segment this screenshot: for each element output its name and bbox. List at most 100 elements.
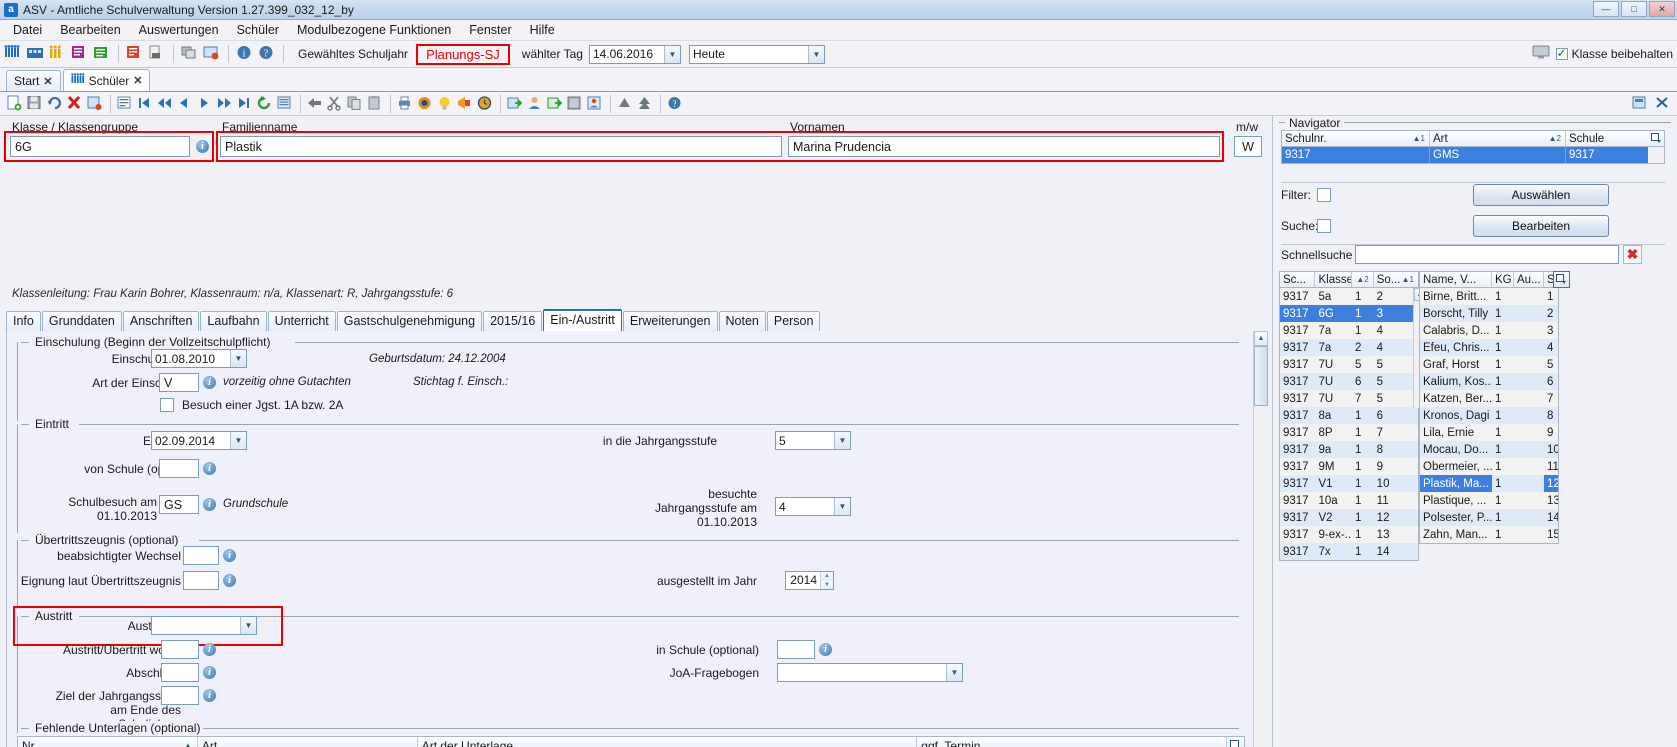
art-einschulung-input[interactable]: V — [159, 373, 199, 392]
back-arrow-icon[interactable] — [306, 95, 325, 113]
clear-search-button[interactable]: ✖ — [1623, 245, 1642, 264]
export-icon[interactable] — [546, 95, 565, 113]
in-schule-input[interactable] — [777, 640, 815, 659]
col-nr[interactable]: Nr. ▲ — [18, 737, 198, 747]
austritt-am-combo[interactable]: ▼ — [151, 616, 257, 635]
spinner-buttons[interactable]: ▲ ▼ — [820, 572, 833, 589]
student-list-item[interactable]: Birne, Britt... 1 1 — [1420, 288, 1558, 305]
student-list-item[interactable]: Efeu, Chris... 1 4 — [1420, 339, 1558, 356]
school-table-config-button[interactable] — [1648, 131, 1664, 146]
student-list-item[interactable]: Borscht, Tilly 1 2 — [1420, 305, 1558, 322]
close-icon[interactable]: ✕ — [43, 75, 52, 88]
schulbesuch-input[interactable]: GS — [159, 495, 199, 514]
eintritt-am-combo[interactable]: 02.09.2014 ▼ — [151, 431, 247, 450]
class-list-item[interactable]: 9317 9-ex-... 1 13 — [1280, 526, 1418, 543]
fast-forward-icon[interactable] — [216, 95, 235, 113]
school-row[interactable]: 9317 GMS 9317 — [1281, 147, 1665, 164]
delete-record-icon[interactable] — [66, 95, 85, 113]
print-icon[interactable] — [396, 95, 415, 113]
tab-unterricht[interactable]: Unterricht — [267, 311, 336, 331]
info-icon[interactable]: i — [235, 44, 255, 65]
mw-input[interactable]: W — [1234, 136, 1262, 157]
tag-date-combo[interactable]: 14.06.2016 ▼ — [588, 44, 681, 64]
tab-erweiterungen[interactable]: Erweiterungen — [622, 311, 718, 331]
vornamen-input[interactable]: Marina Prudencia — [788, 136, 1220, 157]
menu-hilfe[interactable]: Hilfe — [521, 21, 564, 39]
schulbesuch-info-icon[interactable]: i — [203, 498, 216, 511]
class-list-item[interactable]: 9317 7a 1 4 — [1280, 322, 1418, 339]
class-col-so[interactable]: So... ▲1 — [1374, 272, 1418, 287]
schuljahr-value-highlighted[interactable]: Planungs-SJ — [416, 43, 510, 65]
copy-icon[interactable] — [346, 95, 365, 113]
chevron-down-icon-jgst[interactable]: ▼ — [834, 432, 850, 449]
first-record-icon[interactable] — [136, 95, 155, 113]
teacher-list-icon[interactable] — [70, 44, 90, 65]
chevron-down-icon-einschulung[interactable]: ▼ — [230, 350, 246, 367]
chevron-down-icon-2[interactable]: ▼ — [807, 45, 824, 63]
class-col-sc[interactable]: Sc... — [1280, 272, 1316, 287]
von-schule-input[interactable] — [159, 459, 199, 478]
student-col-kg[interactable]: KG — [1492, 272, 1514, 287]
window-close-doc-icon[interactable] — [202, 44, 222, 65]
class-list-item[interactable]: 9317 6G 1 3 — [1280, 305, 1418, 322]
help-icon[interactable]: ? — [257, 44, 277, 65]
class-list-item[interactable]: 9317 7U 7 5 — [1280, 390, 1418, 407]
fast-backward-icon[interactable] — [156, 95, 175, 113]
person-icon[interactable] — [526, 95, 545, 113]
school-col-art[interactable]: Art ▲2 — [1430, 131, 1566, 146]
record-properties-icon[interactable] — [86, 95, 105, 113]
tab-noten[interactable]: Noten — [718, 311, 766, 331]
ziel-input[interactable] — [161, 686, 199, 705]
menu-fenster[interactable]: Fenster — [460, 21, 520, 39]
last-record-icon[interactable] — [236, 95, 255, 113]
tab-anschriften[interactable]: Anschriften — [122, 311, 200, 331]
undo-icon[interactable] — [46, 95, 65, 113]
ziel-info-icon[interactable]: i — [203, 689, 216, 702]
class-list-item[interactable]: 9317 10a 1 11 — [1280, 492, 1418, 509]
restore-panel-icon[interactable] — [1631, 95, 1650, 113]
monitor-icon[interactable] — [1532, 44, 1552, 65]
klasse-info-icon[interactable]: i — [196, 140, 209, 153]
student-list-item[interactable]: Plastique, ... 1 13 — [1420, 492, 1558, 509]
megaphone-icon[interactable] — [456, 95, 475, 113]
form-vertical-scrollbar[interactable]: ▲ ▼ — [1253, 331, 1268, 747]
clock-icon[interactable] — [476, 95, 495, 113]
refresh-icon[interactable] — [256, 95, 275, 113]
art-einschulung-info-icon[interactable]: i — [203, 376, 216, 389]
chevron-down-icon-eintritt[interactable]: ▼ — [230, 432, 246, 449]
window-copy-icon[interactable] — [180, 44, 200, 65]
student-list-item[interactable]: Plastik, Ma... 1 12 — [1420, 475, 1558, 492]
col-ggf-termin[interactable]: ggf. Termin — [917, 737, 1228, 747]
student-list-item[interactable]: Obermeier, ... 1 11 — [1420, 458, 1558, 475]
close-panel-icon[interactable] — [1654, 95, 1673, 113]
besuchte-jahrgangsstufe-combo[interactable]: 4 ▼ — [775, 497, 851, 516]
preview-eye-icon[interactable] — [416, 95, 435, 113]
tab-laufbahn[interactable]: Laufbahn — [200, 311, 267, 331]
report-icon[interactable] — [125, 44, 145, 65]
close-button[interactable]: ✕ — [1649, 1, 1675, 17]
spinner-down-icon[interactable]: ▼ — [821, 580, 833, 589]
menu-bearbeiten[interactable]: Bearbeiten — [51, 21, 129, 39]
class-list-item[interactable]: 9317 9M 1 9 — [1280, 458, 1418, 475]
student-list-item[interactable]: Kronos, Dagi 1 8 — [1420, 407, 1558, 424]
minimize-button[interactable]: — — [1593, 1, 1619, 17]
menu-datei[interactable]: Datei — [4, 21, 51, 39]
import-icon[interactable] — [506, 95, 525, 113]
paste-icon[interactable] — [366, 95, 385, 113]
auswaehlen-button[interactable]: Auswählen — [1473, 184, 1609, 206]
class-list-item[interactable]: 9317 7U 6 5 — [1280, 373, 1418, 390]
einschulung-am-combo[interactable]: 01.08.2010 ▼ — [151, 349, 247, 368]
lightbulb-icon[interactable] — [436, 95, 455, 113]
class-list-item[interactable]: 9317 8a 1 6 — [1280, 407, 1418, 424]
class-list-item[interactable]: 9317 7x 1 14 — [1280, 543, 1418, 560]
class-group-icon[interactable] — [48, 44, 68, 65]
list-view-icon[interactable] — [116, 95, 135, 113]
class-col-kg[interactable]: ▲2 — [1352, 272, 1374, 287]
abschluss-input[interactable] — [161, 663, 199, 682]
besuch-jgst-checkbox[interactable] — [160, 398, 174, 412]
doctab-start[interactable]: Start ✕ — [6, 70, 61, 91]
tab-gastschulgenehmigung[interactable]: Gastschulgenehmigung — [336, 311, 483, 331]
beabsichtigter-wechsel-info-icon[interactable]: i — [223, 549, 236, 562]
move-up-all-icon[interactable] — [636, 95, 655, 113]
tab-info[interactable]: Info — [6, 311, 41, 331]
